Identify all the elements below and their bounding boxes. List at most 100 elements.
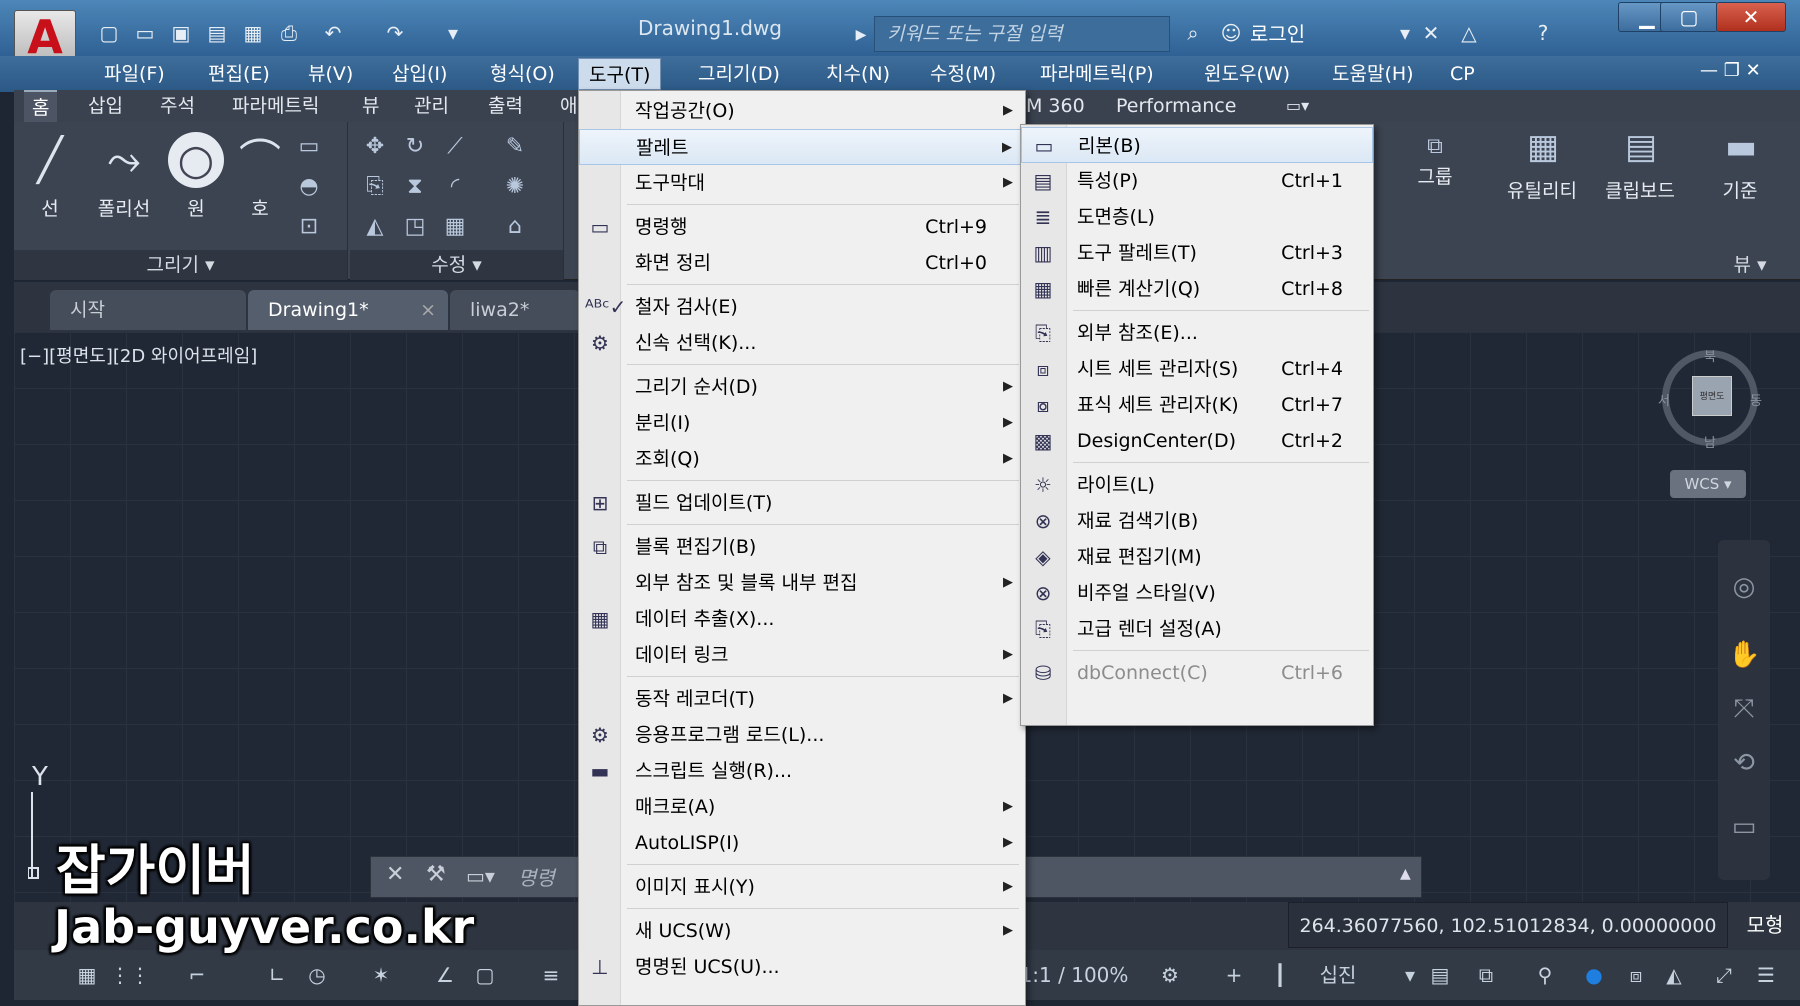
exchange-icon[interactable]: ✕ — [1416, 18, 1446, 48]
search-input[interactable]: 키워드 또는 구절 입력 — [874, 16, 1170, 52]
tools-menu-item-2[interactable]: 팔레트 ▶ — [579, 129, 1025, 165]
help-icon[interactable]: ? — [1528, 18, 1558, 48]
palette-item-14[interactable]: ⎘ 고급 렌더 설정(A) — [1021, 611, 1373, 647]
menu-window[interactable]: 윈도우(W) — [1194, 58, 1300, 90]
polyline-tool[interactable]: ⤳ 폴리선 — [84, 132, 164, 221]
tools-menu-item-9[interactable]: 분리(I) ▶ — [579, 405, 1025, 441]
array-icon[interactable]: ▦ — [440, 212, 470, 242]
autodesk-a360-icon[interactable]: △ — [1454, 18, 1484, 48]
base-tool[interactable]: ▬ 기준 — [1700, 130, 1780, 203]
pan-icon[interactable]: ✋ — [1728, 640, 1760, 672]
line-tool[interactable]: ╱ 선 — [20, 132, 80, 221]
tools-menu-item-11[interactable]: ⊞ 필드 업데이트(T) — [579, 485, 1025, 521]
trim-icon[interactable]: ⟋ — [440, 132, 470, 162]
command-close-icon[interactable]: ✕ — [386, 862, 404, 887]
showmotion-icon[interactable]: ▭ — [1728, 812, 1760, 844]
fillet-icon[interactable]: ◜ — [440, 172, 470, 202]
isolate-objects-icon[interactable]: ⚲ — [1528, 956, 1562, 994]
viewcube[interactable]: 평면도 — [1692, 376, 1732, 416]
menu-view[interactable]: 뷰(V) — [298, 58, 363, 90]
units-dropdown[interactable]: 십진 — [1296, 956, 1380, 994]
rectangle-icon[interactable]: ▭ — [294, 132, 324, 162]
command-history-icon[interactable]: ▲ — [1400, 866, 1411, 882]
palette-item-3[interactable]: ≣ 도면층(L) — [1021, 199, 1373, 235]
offset-icon[interactable]: ⌂ — [500, 212, 530, 242]
tab-manage[interactable]: 관리 — [406, 90, 457, 122]
polar-tracking-icon[interactable]: ◷ — [302, 956, 332, 994]
object-snap-tracking-icon[interactable]: ∠ — [430, 956, 460, 994]
wcs-dropdown[interactable]: WCS ▾ — [1670, 470, 1746, 498]
annotation-monitor-icon[interactable]: + — [1216, 956, 1252, 994]
close-button[interactable]: ✕ — [1716, 2, 1786, 32]
file-tab-liwa2[interactable]: liwa2* — [450, 290, 580, 330]
menu-edit[interactable]: 편집(E) — [198, 58, 280, 90]
view-panel-label[interactable]: 뷰 ▾ — [1700, 250, 1800, 280]
palette-item-13[interactable]: ⊗ 비주얼 스타일(V) — [1021, 575, 1373, 611]
menu-modify[interactable]: 수정(M) — [920, 58, 1006, 90]
modify-panel-label[interactable]: 수정 ▾ — [350, 250, 563, 280]
infer-constraints-icon[interactable]: ⌐ — [182, 956, 212, 994]
quick-properties-icon[interactable]: ▤ — [1422, 956, 1458, 994]
mirror-icon[interactable]: ⧗ — [400, 172, 430, 202]
file-tab-start[interactable]: 시작 — [50, 290, 246, 330]
menu-insert[interactable]: 삽입(I) — [382, 58, 457, 90]
tools-menu-item-10[interactable]: 조회(Q) ▶ — [579, 441, 1025, 477]
tools-menu-item-18[interactable]: ▬ 스크립트 실행(R)... — [579, 753, 1025, 789]
search-expand-icon[interactable]: ▶ — [846, 20, 876, 50]
steering-wheel-icon[interactable]: ◎ — [1728, 572, 1760, 604]
tools-menu-item-7[interactable]: ⚙ 신속 선택(K)... — [579, 325, 1025, 361]
grid-icon[interactable]: ▦ — [72, 956, 102, 994]
redo-icon[interactable]: ↷ — [380, 18, 410, 48]
tools-menu-item-15[interactable]: 데이터 링크 ▶ — [579, 637, 1025, 673]
hardware-acceleration-icon[interactable]: ● — [1574, 956, 1614, 994]
zoom-extents-icon[interactable]: ⤧ — [1728, 694, 1760, 726]
doc-window-controls[interactable]: — ❐ ✕ — [1700, 60, 1761, 81]
tools-menu-item-13[interactable]: 외부 참조 및 블록 내부 편집 ▶ — [579, 565, 1025, 601]
tools-menu-item-14[interactable]: ▦ 데이터 추출(X)... — [579, 601, 1025, 637]
maximize-button[interactable]: ▢ — [1660, 2, 1718, 32]
scale-icon[interactable]: ◳ — [400, 212, 430, 242]
file-tab-drawing1[interactable]: Drawing1* × — [248, 290, 448, 330]
tools-menu-item-5[interactable]: 화면 정리 Ctrl+0 — [579, 245, 1025, 281]
object-snap-icon[interactable]: ▢ — [470, 956, 500, 994]
hatch-icon[interactable]: ◓ — [294, 172, 324, 202]
move-icon[interactable]: ✥ — [360, 132, 390, 162]
login-button[interactable]: 로그인 — [1250, 18, 1400, 50]
command-customize-icon[interactable]: ⚒ — [426, 862, 446, 887]
tab-view[interactable]: 뷰 — [354, 90, 387, 122]
command-input[interactable]: 명령 — [518, 862, 555, 891]
palette-item-5[interactable]: ▦ 빠른 계산기(Q) Ctrl+8 — [1021, 271, 1373, 307]
tab-insert[interactable]: 삽입 — [80, 90, 131, 122]
arc-tool[interactable]: ⌒ 호 — [230, 132, 290, 221]
model-space-button[interactable]: 모형 — [1730, 902, 1800, 948]
menu-format[interactable]: 형식(O) — [480, 58, 565, 90]
customization-menu-icon[interactable]: ☰ — [1748, 956, 1784, 994]
utilities-tool[interactable]: ▦ 유틸리티 — [1494, 130, 1590, 203]
open-file-icon[interactable]: ▭ — [130, 18, 160, 48]
lock-ui-icon[interactable]: ⧉ — [1466, 956, 1506, 994]
new-file-icon[interactable]: ▢ — [94, 18, 124, 48]
orbit-icon[interactable]: ⟲ — [1728, 748, 1760, 780]
menu-tools[interactable]: 도구(T) — [578, 58, 662, 90]
user-icon[interactable]: ☺ — [1216, 18, 1246, 48]
tools-menu-item-1[interactable]: 작업공간(O) ▶ — [579, 93, 1025, 129]
tab-annotate[interactable]: 주석 — [152, 90, 203, 122]
tools-menu-item-6[interactable]: ᴬᴮᶜ✓ 철자 검사(E) — [579, 289, 1025, 325]
command-prompt-icon[interactable]: ▭▾ — [466, 864, 495, 888]
tools-menu-item-8[interactable]: 그리기 순서(D) ▶ — [579, 369, 1025, 405]
ribbon-minimize-icon[interactable]: ▭▾ — [1278, 90, 1317, 122]
binoculars-icon[interactable]: ⌕ — [1178, 18, 1208, 48]
menu-file[interactable]: 파일(F) — [94, 58, 175, 90]
tools-menu-item-4[interactable]: ▭ 명령행 Ctrl+9 — [579, 209, 1025, 245]
tools-menu-item-16[interactable]: 동작 레코더(T) ▶ — [579, 681, 1025, 717]
tools-menu-item-22[interactable]: 새 UCS(W) ▶ — [579, 913, 1025, 949]
tools-menu-item-19[interactable]: 매크로(A) ▶ — [579, 789, 1025, 825]
undo-icon[interactable]: ↶ — [318, 18, 348, 48]
rotate-icon[interactable]: ↻ — [400, 132, 430, 162]
explode-icon[interactable]: ✺ — [500, 172, 530, 202]
palette-item-6[interactable]: ⎘ 외부 참조(E)... — [1021, 315, 1373, 351]
palette-item-1[interactable]: ▭ 리본(B) — [1021, 127, 1373, 163]
draw-panel-label[interactable]: 그리기 ▾ — [14, 250, 347, 280]
region-icon[interactable]: ⊡ — [294, 212, 324, 242]
erase-icon[interactable]: ✎ — [500, 132, 530, 162]
